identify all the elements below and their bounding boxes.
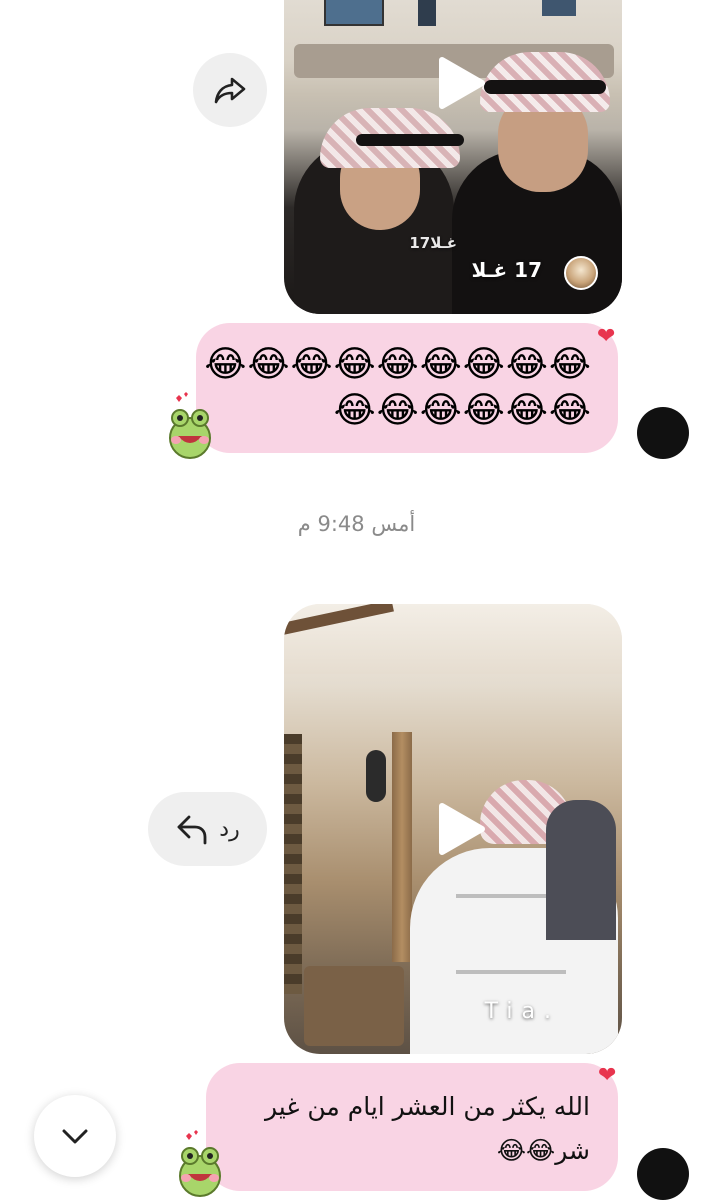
curtain	[392, 732, 412, 962]
video-caption-handle: 17 غـلا	[471, 258, 543, 282]
frog-sticker-icon	[169, 392, 211, 459]
wall-frame	[542, 0, 576, 16]
emoji-line: 😂😂😂😂😂😂😂😂😂	[204, 344, 592, 385]
wall-clock	[366, 750, 386, 802]
sender-avatar[interactable]	[637, 1148, 689, 1200]
chevron-down-icon	[62, 1129, 88, 1144]
message-bubble[interactable]: 😂😂😂😂😂😂😂😂😂 😂😂😂😂😂😂	[196, 323, 618, 453]
reply-button[interactable]: رد	[148, 792, 267, 866]
agal-left	[356, 134, 464, 146]
wall-frame	[418, 0, 436, 26]
heart-reaction-icon[interactable]: ❤	[598, 1063, 616, 1088]
furniture	[304, 966, 404, 1046]
video-caption-small: غـلا17	[409, 234, 457, 252]
sender-avatar[interactable]	[637, 407, 689, 459]
chat-screen: غـلا17 17 غـلا 😂😂😂😂😂😂😂😂😂 😂😂😂😂😂😂 ❤ أمس 9:…	[0, 0, 713, 1200]
timestamp: أمس 9:48 م	[297, 512, 416, 536]
video-message[interactable]: غـلا17 17 غـلا	[284, 0, 622, 314]
play-icon[interactable]	[430, 800, 488, 858]
share-button[interactable]	[193, 53, 267, 127]
message-bubble[interactable]: الله يكثر من العشر ايام من غير شر😂😂	[206, 1063, 618, 1191]
wall-frame	[324, 0, 384, 26]
emoji-line: 😂😂😂😂😂😂	[333, 390, 592, 431]
play-icon[interactable]	[430, 54, 488, 112]
video-watermark: Tia.	[484, 999, 560, 1024]
heart-reaction-icon[interactable]: ❤	[597, 324, 615, 349]
share-icon	[214, 77, 246, 104]
wall-panel	[284, 734, 302, 994]
reply-arrow-icon	[177, 815, 207, 845]
message-text: الله يكثر من العشر ايام من غير شر😂😂	[265, 1092, 590, 1165]
video-message[interactable]: Tia.	[284, 604, 622, 1054]
frog-sticker-icon	[179, 1130, 221, 1197]
scroll-to-bottom-button[interactable]	[34, 1095, 116, 1177]
creator-avatar	[564, 256, 598, 290]
reply-label: رد	[219, 816, 240, 842]
agal-right	[484, 80, 606, 94]
person-side	[546, 800, 616, 940]
